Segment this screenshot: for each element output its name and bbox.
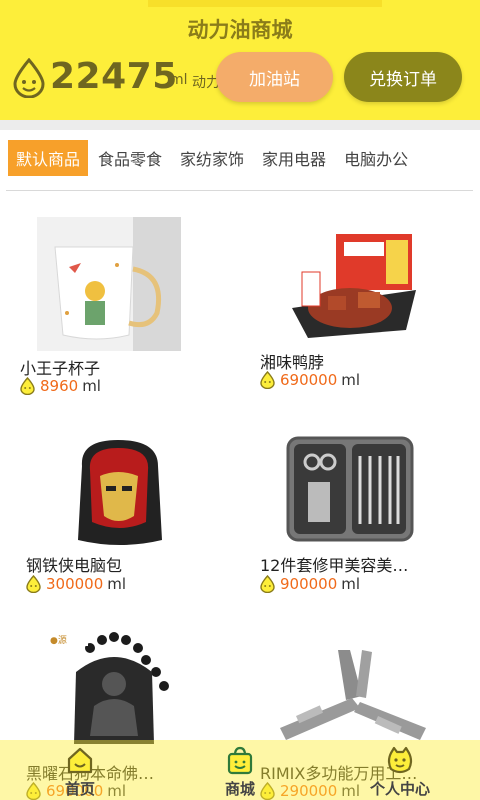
status-strip (148, 0, 382, 7)
oil-drop-icon (260, 371, 275, 389)
oil-drop-icon (13, 58, 45, 98)
product-unit: ml (341, 371, 361, 389)
page-title: 动力油商城 (187, 18, 293, 42)
product-price: 900000 (280, 575, 338, 593)
points-unit: ml (170, 72, 188, 88)
tab-home-appliances[interactable]: 家用电器 (254, 140, 334, 176)
points-balance: 22475 (50, 56, 178, 97)
section-divider (0, 120, 480, 130)
tab-computer-office[interactable]: 电脑办公 (336, 140, 416, 176)
nav-profile-label: 个人中心 (369, 780, 430, 798)
product-unit: ml (341, 575, 361, 593)
product-price-row: 300000 ml (25, 575, 126, 593)
product-name: 钢铁侠电脑包 (26, 556, 123, 575)
nav-mall-label: 商城 (224, 780, 255, 798)
tabs-divider (6, 190, 473, 191)
product-card[interactable]: 钢铁侠电脑包 300000 ml (0, 430, 230, 610)
oil-drop-icon (26, 575, 41, 593)
backpack-image (78, 440, 162, 545)
tab-home-textiles[interactable]: 家纺家饰 (172, 140, 252, 176)
category-tabs: 默认商品 食品零食 家纺家饰 家用电器 电脑办公 (0, 140, 418, 176)
svg-text:●源: ●源 (50, 635, 67, 646)
multitool-image (280, 650, 426, 740)
product-name: 湘味鸭脖 (260, 353, 325, 372)
product-unit: ml (107, 575, 127, 593)
fuel-station-button[interactable]: 加油站 (216, 52, 333, 102)
product-card[interactable]: 12件套修甲美容美… 900000 ml (240, 430, 470, 610)
nav-mall[interactable]: 商城 (200, 740, 280, 800)
product-price: 8960 (40, 377, 79, 395)
product-unit: ml (82, 377, 101, 395)
manicure-set-image (286, 436, 414, 542)
nav-home-label: 首页 (64, 780, 95, 798)
product-card[interactable]: 湘味鸭脖 690000 ml (240, 210, 470, 400)
bottom-nav: 首页 商城 个人中心 (0, 740, 480, 800)
product-price: 300000 (46, 575, 104, 593)
shop-bag-icon (227, 746, 253, 775)
obsidian-pendant-image: ●源 (48, 632, 169, 744)
product-price: 690000 (280, 371, 338, 389)
product-card[interactable]: 小王子杯子 8960 ml (0, 210, 230, 400)
product-name: 小王子杯子 (20, 359, 101, 378)
product-price-row: 8960 ml (19, 377, 101, 395)
home-icon (67, 747, 93, 774)
duck-neck-image (292, 234, 416, 338)
exchange-orders-button[interactable]: 兑换订单 (344, 52, 462, 102)
oil-drop-icon (20, 377, 35, 395)
tab-food-snacks[interactable]: 食品零食 (90, 140, 170, 176)
product-name: 12件套修甲美容美… (260, 556, 409, 575)
nav-home[interactable]: 首页 (40, 740, 120, 800)
product-price-row: 690000 ml (259, 371, 360, 389)
mug-image (37, 217, 181, 351)
user-face-icon (387, 746, 413, 774)
header: 动力油商城 22475 ml 动力 加油站 兑换订单 (0, 0, 480, 120)
oil-drop-icon (260, 575, 275, 593)
nav-profile[interactable]: 个人中心 (360, 740, 440, 800)
tab-default-products[interactable]: 默认商品 (8, 140, 89, 176)
product-price-row: 900000 ml (259, 575, 360, 593)
